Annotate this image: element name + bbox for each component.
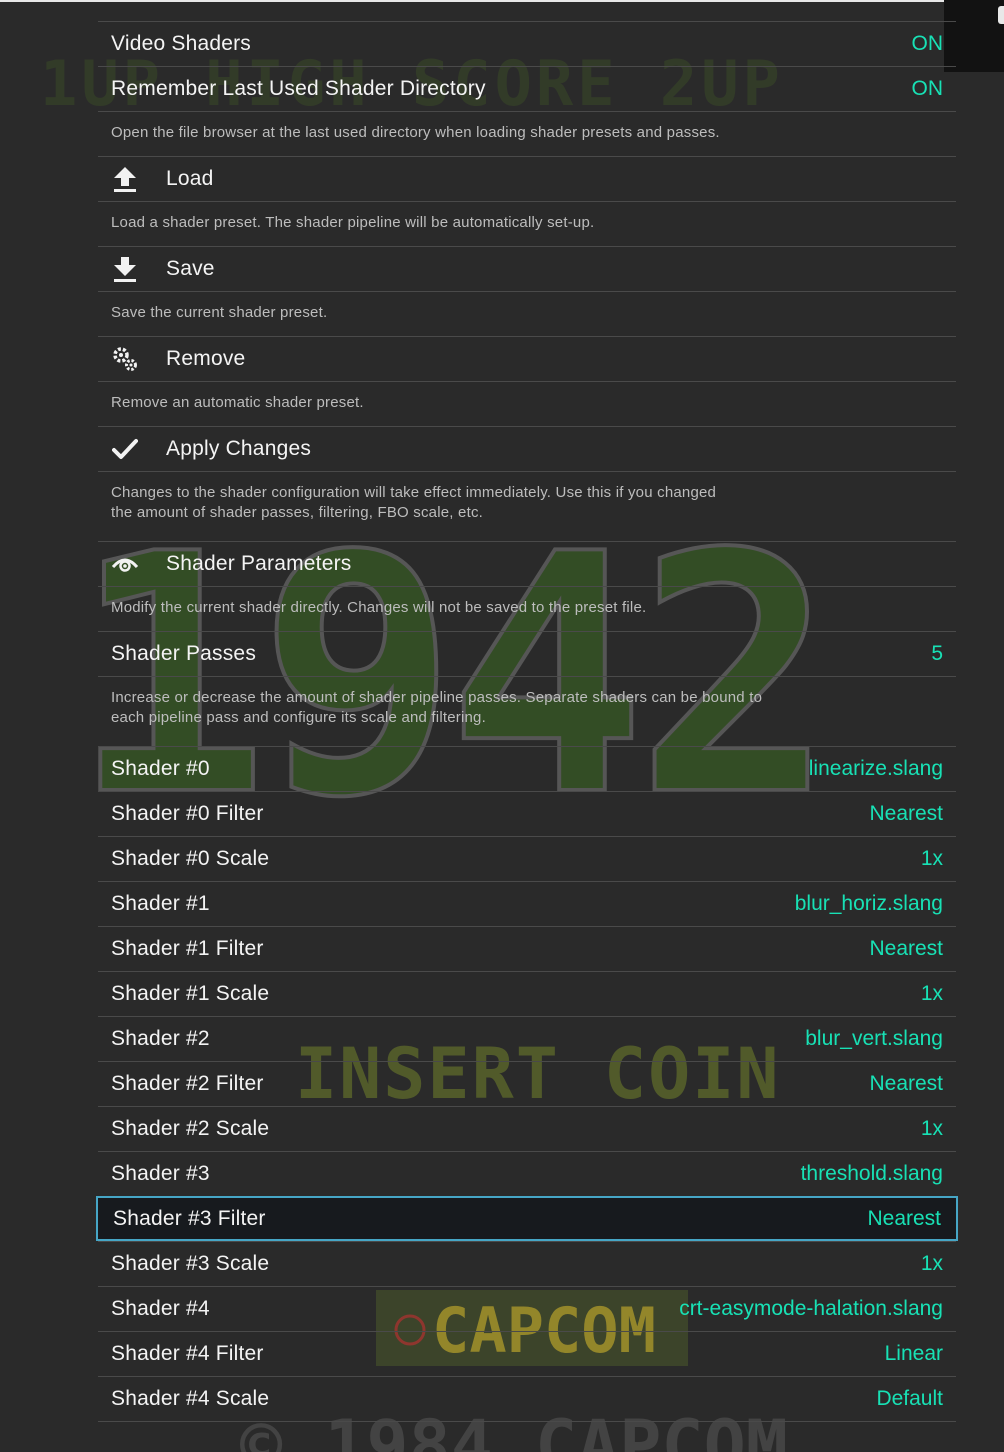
checkmark-icon: [111, 435, 139, 463]
shader-setting-label: Shader #3 Filter: [113, 1206, 266, 1230]
shader-setting-row[interactable]: Shader #4 crt-easymode-halation.slang: [98, 1286, 956, 1331]
shader-setting-label: Shader #4 Scale: [111, 1387, 270, 1410]
save-description: Save the current shader preset.: [98, 291, 956, 336]
shader-setting-row[interactable]: Shader #1 Scale 1x: [98, 971, 956, 1016]
shader-setting-label: Shader #0 Scale: [111, 847, 270, 870]
shader-passes-description: Increase or decrease the amount of shade…: [98, 676, 956, 746]
shader-setting-value: threshold.slang: [800, 1162, 943, 1185]
remove-preset-item[interactable]: Remove: [98, 336, 956, 381]
shader-passes-label: Shader Passes: [111, 642, 257, 665]
shader-setting-value: 1x: [920, 847, 943, 870]
shader-setting-row[interactable]: Shader #0 Filter Nearest: [98, 791, 956, 836]
shader-passes-desc-line2: each pipeline pass and configure its sca…: [111, 709, 486, 726]
load-description: Load a shader preset. The shader pipelin…: [98, 201, 956, 246]
shader-setting-value: Nearest: [869, 802, 943, 825]
shader-setting-value: blur_horiz.slang: [794, 892, 943, 915]
shader-setting-label: Shader #2 Scale: [111, 1117, 270, 1140]
shader-parameters-description: Modify the current shader directly. Chan…: [98, 586, 956, 631]
shader-setting-row[interactable]: Shader #3 Scale 1x: [98, 1241, 956, 1286]
shader-setting-value: Linear: [884, 1342, 943, 1365]
shader-setting-row[interactable]: Shader #4 Filter Linear: [98, 1331, 956, 1376]
shader-parameters-label: Shader Parameters: [166, 552, 352, 575]
shader-setting-label: Shader #3: [111, 1162, 210, 1185]
shader-setting-value: 1x: [920, 1252, 943, 1275]
shader-setting-value: linearize.slang: [808, 757, 943, 780]
shader-setting-value: Nearest: [869, 937, 943, 960]
top-divider: [0, 0, 1004, 2]
shader-setting-value: 1x: [920, 982, 943, 1005]
shader-setting-label: Shader #2: [111, 1027, 210, 1050]
gears-icon: [111, 345, 139, 373]
apply-changes-label: Apply Changes: [166, 437, 312, 460]
shader-setting-label: Shader #1: [111, 892, 210, 915]
shader-setting-row[interactable]: Shader #3 threshold.slang: [98, 1151, 956, 1196]
shader-setting-row[interactable]: Shader #1 Filter Nearest: [98, 926, 956, 971]
shader-setting-row[interactable]: Shader #0 linearize.slang: [98, 746, 956, 791]
shader-setting-label: Shader #4: [111, 1297, 210, 1320]
apply-changes-desc-line2: the amount of shader passes, filtering, …: [111, 504, 484, 521]
upload-icon: [111, 165, 139, 193]
remove-label: Remove: [166, 347, 246, 370]
video-shaders-value: ON: [911, 32, 944, 55]
remember-directory-label: Remember Last Used Shader Directory: [111, 77, 486, 100]
eye-icon: [111, 550, 139, 578]
download-icon: [111, 255, 139, 283]
shader-setting-value: crt-easymode-halation.slang: [679, 1297, 943, 1320]
video-shaders-label: Video Shaders: [111, 32, 251, 55]
shader-setting-label: Shader #3 Scale: [111, 1252, 270, 1275]
shader-setting-value: Nearest: [869, 1072, 943, 1095]
apply-changes-description: Changes to the shader configuration will…: [98, 471, 956, 541]
shader-setting-row[interactable]: Shader #0 Scale 1x: [98, 836, 956, 881]
load-label: Load: [166, 167, 214, 190]
remember-directory-value: ON: [911, 77, 944, 100]
shader-settings-list: Video Shaders ON Remember Last Used Shad…: [96, 21, 958, 1423]
settings-screen: 1UP HIGH SCORE 2UP 1942 INSERT COIN CAPC…: [0, 0, 1004, 1452]
load-preset-item[interactable]: Load: [98, 156, 956, 201]
apply-changes-item[interactable]: Apply Changes: [98, 426, 956, 471]
remember-directory-description: Open the file browser at the last used d…: [98, 111, 956, 156]
shader-passes-value: 5: [931, 642, 943, 665]
shader-setting-label: Shader #1 Filter: [111, 937, 264, 960]
shader-setting-row[interactable]: Shader #1 blur_horiz.slang: [98, 881, 956, 926]
shader-passes-desc-line1: Increase or decrease the amount of shade…: [111, 689, 763, 706]
remember-directory-toggle[interactable]: Remember Last Used Shader Directory ON: [98, 66, 956, 111]
shader-setting-row[interactable]: Shader #2 Filter Nearest: [98, 1061, 956, 1106]
video-shaders-toggle[interactable]: Video Shaders ON: [98, 21, 956, 66]
shader-pass-list: Shader #0 linearize.slang Shader #0 Filter…: [96, 746, 958, 1421]
shader-setting-row[interactable]: Shader #2 Scale 1x: [98, 1106, 956, 1151]
save-label: Save: [166, 257, 215, 280]
shader-setting-label: Shader #4 Filter: [111, 1342, 264, 1365]
shader-passes-setting[interactable]: Shader Passes 5: [98, 631, 956, 676]
apply-changes-desc-line1: Changes to the shader configuration will…: [111, 484, 717, 501]
shader-setting-row[interactable]: Shader #3 Filter Nearest: [96, 1196, 958, 1241]
shader-setting-label: Shader #0: [111, 757, 210, 780]
shader-parameters-item[interactable]: Shader Parameters: [98, 541, 956, 586]
shader-setting-label: Shader #2 Filter: [111, 1072, 264, 1095]
shader-setting-value: Default: [876, 1387, 943, 1410]
shader-setting-value: 1x: [920, 1117, 943, 1140]
shader-setting-label: Shader #0 Filter: [111, 802, 264, 825]
remove-description: Remove an automatic shader preset.: [98, 381, 956, 426]
shader-setting-row[interactable]: Shader #2 blur_vert.slang: [98, 1016, 956, 1061]
shader-setting-value: Nearest: [867, 1206, 941, 1230]
shader-setting-value: blur_vert.slang: [805, 1027, 943, 1050]
shader-setting-label: Shader #1 Scale: [111, 982, 270, 1005]
save-preset-item[interactable]: Save: [98, 246, 956, 291]
list-bottom-divider: [98, 1421, 956, 1423]
shader-setting-row[interactable]: Shader #4 Scale Default: [98, 1376, 956, 1421]
